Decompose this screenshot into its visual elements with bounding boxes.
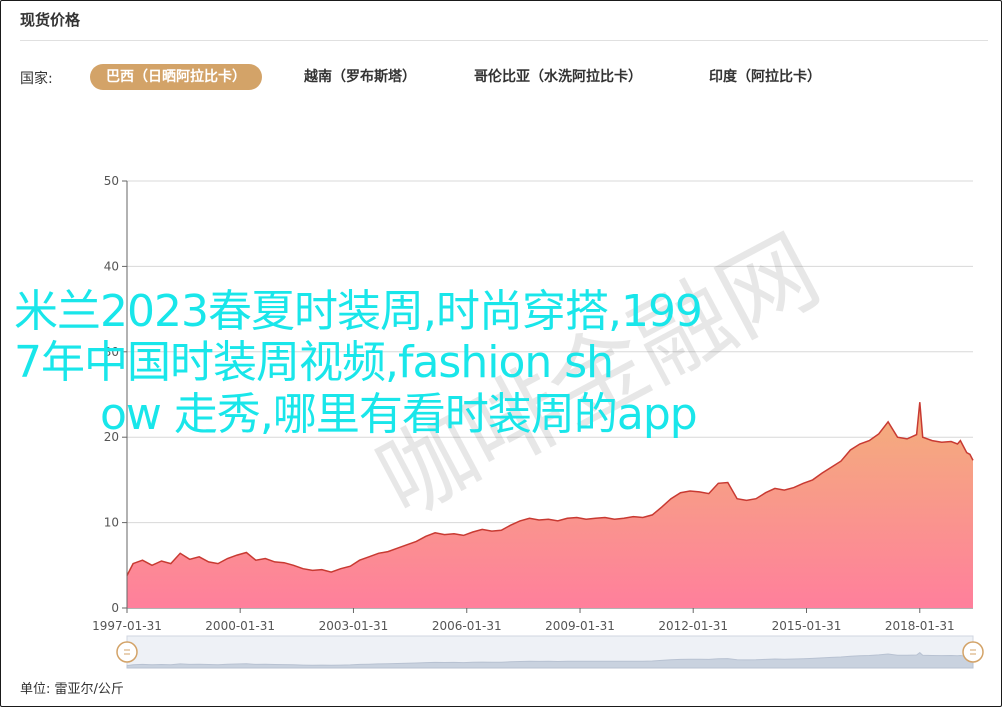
y-tick-label: 50 [104, 174, 119, 188]
x-tick-label: 2009-01-31 [545, 619, 615, 633]
zoom-handle-left[interactable] [116, 641, 138, 663]
y-tick-label: 0 [111, 601, 119, 615]
x-tick-label: 2012-01-31 [658, 619, 728, 633]
x-tick-label: 2000-01-31 [205, 619, 275, 633]
overlay-text-line-1: 米兰2023春夏时装周,时尚穿搭,199 [14, 286, 703, 337]
unit-label: 单位: 雷亚尔/公斤 [20, 682, 124, 697]
y-tick-label: 40 [104, 259, 119, 273]
x-tick-label: 2018-01-31 [885, 619, 955, 633]
x-tick-label: 2003-01-31 [319, 619, 389, 633]
overlay-text-line-3: ow 走秀,哪里有看时装周的app [100, 389, 698, 440]
x-tick-label: 2015-01-31 [772, 619, 842, 633]
y-tick-label: 10 [104, 516, 119, 530]
x-tick-label: 1997-01-31 [92, 619, 162, 633]
overlay-text-line-2: 7年中国时装周视频,fashion sh [14, 337, 614, 388]
x-tick-label: 2006-01-31 [432, 619, 502, 633]
zoom-handle-right[interactable] [962, 641, 984, 663]
